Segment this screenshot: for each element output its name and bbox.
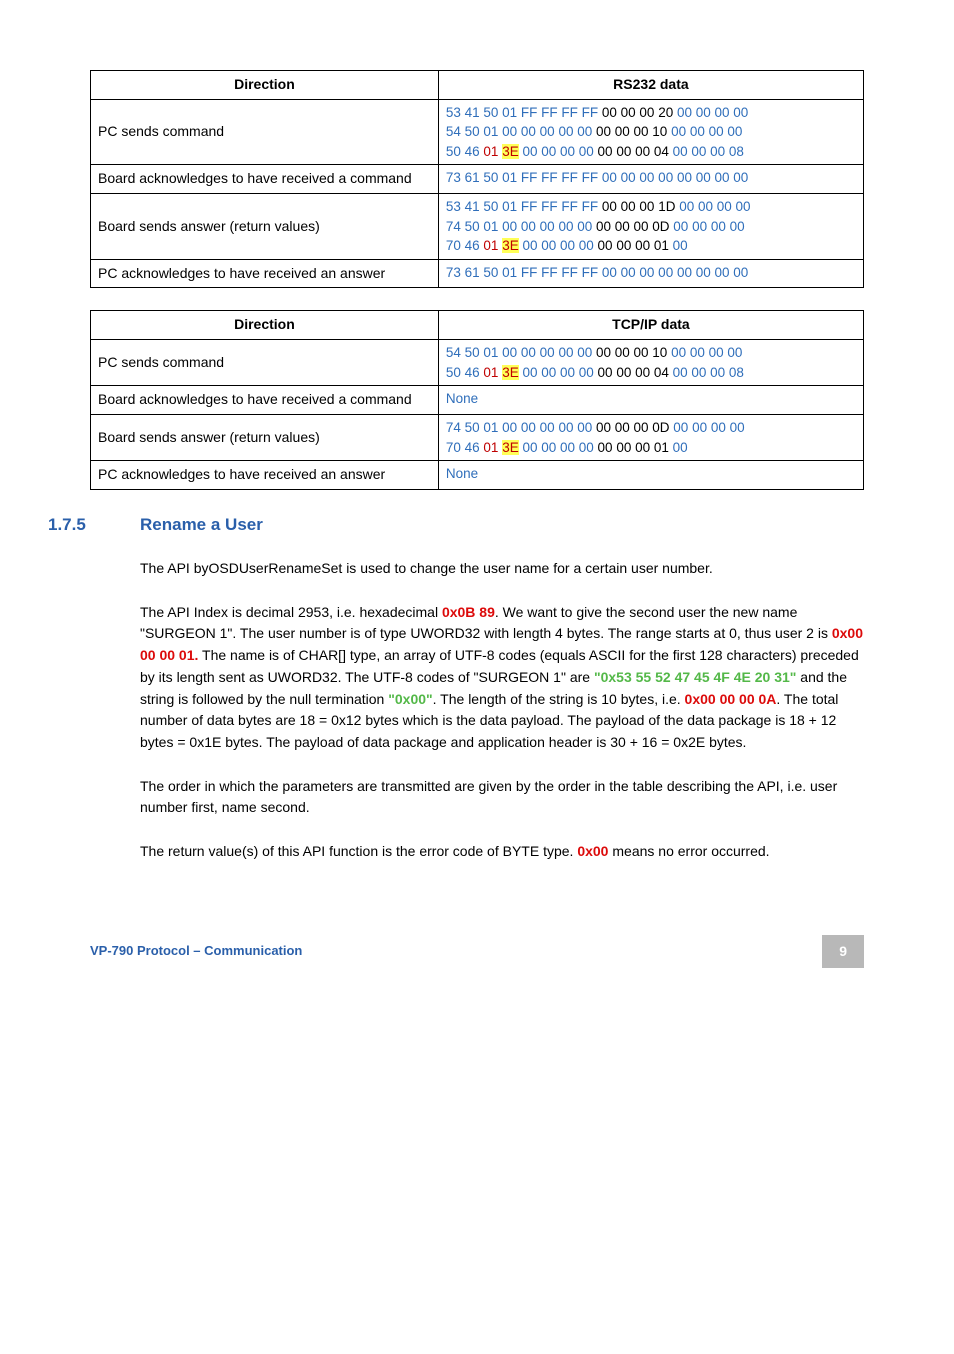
body-text: The API byOSDUserRenameSet is used to ch…: [140, 558, 864, 863]
direction-cell: Board sends answer (return values): [91, 414, 439, 460]
table-row: Board acknowledges to have received a co…: [91, 165, 864, 194]
table-row: Board sends answer (return values)74 50 …: [91, 414, 864, 460]
table-row: PC acknowledges to have received an answ…: [91, 259, 864, 288]
tcpip-table: Direction TCP/IP data PC sends command54…: [90, 310, 864, 489]
th-rs232: RS232 data: [438, 71, 863, 100]
data-cell: 73 61 50 01 FF FF FF FF 00 00 00 00 00 0…: [438, 165, 863, 194]
paragraph: The return value(s) of this API function…: [140, 841, 864, 863]
section-number: 1.7.5: [48, 512, 140, 538]
th-direction: Direction: [91, 71, 439, 100]
footer-title: VP-790 Protocol – Communication: [90, 941, 302, 961]
paragraph: The order in which the parameters are tr…: [140, 776, 864, 819]
table-row: PC acknowledges to have received an answ…: [91, 461, 864, 490]
data-cell: None: [438, 461, 863, 490]
rs232-table: Direction RS232 data PC sends command53 …: [90, 70, 864, 288]
table-row: Board sends answer (return values)53 41 …: [91, 194, 864, 260]
page-footer: VP-790 Protocol – Communication 9: [90, 935, 864, 969]
data-cell: 73 61 50 01 FF FF FF FF 00 00 00 00 00 0…: [438, 259, 863, 288]
data-cell: 54 50 01 00 00 00 00 00 00 00 00 10 00 0…: [438, 340, 863, 386]
direction-cell: PC acknowledges to have received an answ…: [91, 259, 439, 288]
data-cell: 53 41 50 01 FF FF FF FF 00 00 00 1D 00 0…: [438, 194, 863, 260]
table-row: Board acknowledges to have received a co…: [91, 386, 864, 415]
direction-cell: Board acknowledges to have received a co…: [91, 165, 439, 194]
direction-cell: Board sends answer (return values): [91, 194, 439, 260]
direction-cell: PC acknowledges to have received an answ…: [91, 461, 439, 490]
direction-cell: Board acknowledges to have received a co…: [91, 386, 439, 415]
section-title: Rename a User: [140, 512, 263, 538]
paragraph: The API byOSDUserRenameSet is used to ch…: [140, 558, 864, 580]
direction-cell: PC sends command: [91, 340, 439, 386]
data-cell: None: [438, 386, 863, 415]
direction-cell: PC sends command: [91, 99, 439, 165]
table-row: PC sends command53 41 50 01 FF FF FF FF …: [91, 99, 864, 165]
th-tcpip: TCP/IP data: [438, 311, 863, 340]
page-number: 9: [822, 935, 864, 969]
table-row: PC sends command54 50 01 00 00 00 00 00 …: [91, 340, 864, 386]
section-heading: 1.7.5 Rename a User: [48, 512, 864, 538]
paragraph: The API Index is decimal 2953, i.e. hexa…: [140, 602, 864, 754]
th-direction: Direction: [91, 311, 439, 340]
data-cell: 74 50 01 00 00 00 00 00 00 00 00 0D 00 0…: [438, 414, 863, 460]
data-cell: 53 41 50 01 FF FF FF FF 00 00 00 20 00 0…: [438, 99, 863, 165]
